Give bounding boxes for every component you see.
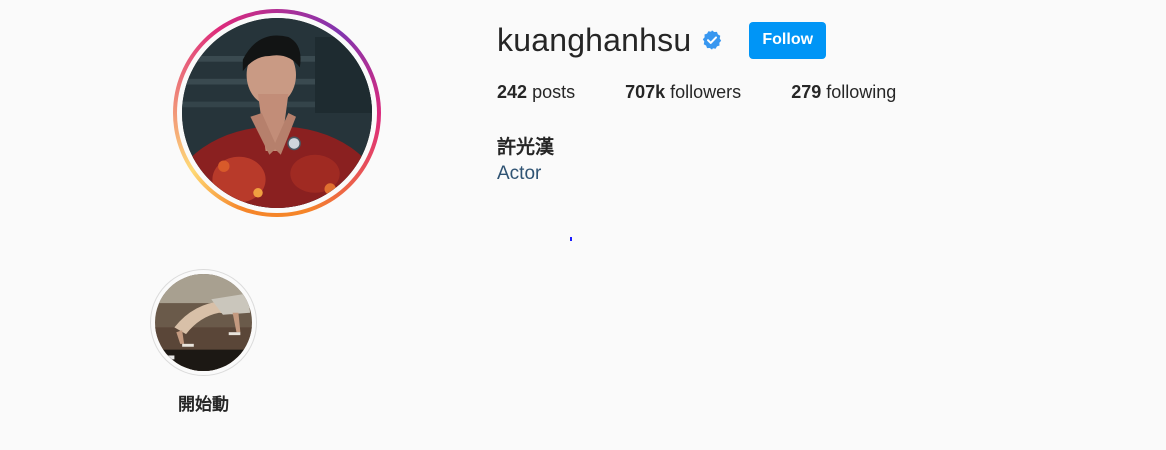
verified-badge-icon	[701, 29, 723, 51]
avatar-ring-gap	[177, 13, 377, 213]
stat-following[interactable]: 279 following	[791, 82, 896, 103]
profile-username: kuanghanhsu	[497, 21, 692, 58]
highlight-cover	[155, 274, 252, 371]
profile-stats: 242 posts 707k followers 279 following	[497, 82, 896, 103]
follow-button[interactable]: Follow	[749, 21, 827, 59]
stray-pixel	[570, 237, 572, 241]
following-count: 279	[791, 82, 822, 102]
avatar-illustration	[182, 18, 372, 208]
highlight-illustration	[155, 274, 252, 371]
avatar-photo	[182, 18, 372, 208]
posts-label: posts	[532, 82, 576, 102]
highlight-ring	[150, 269, 257, 376]
profile-avatar[interactable]	[173, 9, 381, 217]
story-highlight[interactable]: 開始動	[150, 269, 257, 415]
followers-count: 707k	[625, 82, 666, 102]
username-row: kuanghanhsu Follow	[497, 18, 827, 62]
posts-count: 242	[497, 82, 528, 102]
profile-full-name: 許光漢	[497, 136, 555, 158]
following-label: following	[826, 82, 897, 102]
stat-posts: 242 posts	[497, 82, 575, 103]
stat-followers[interactable]: 707k followers	[625, 82, 741, 103]
highlight-label: 開始動	[178, 395, 229, 415]
profile-page: kuanghanhsu Follow 242 posts 707k follow…	[0, 0, 1166, 450]
followers-label: followers	[670, 82, 742, 102]
profile-category: Actor	[497, 163, 542, 184]
